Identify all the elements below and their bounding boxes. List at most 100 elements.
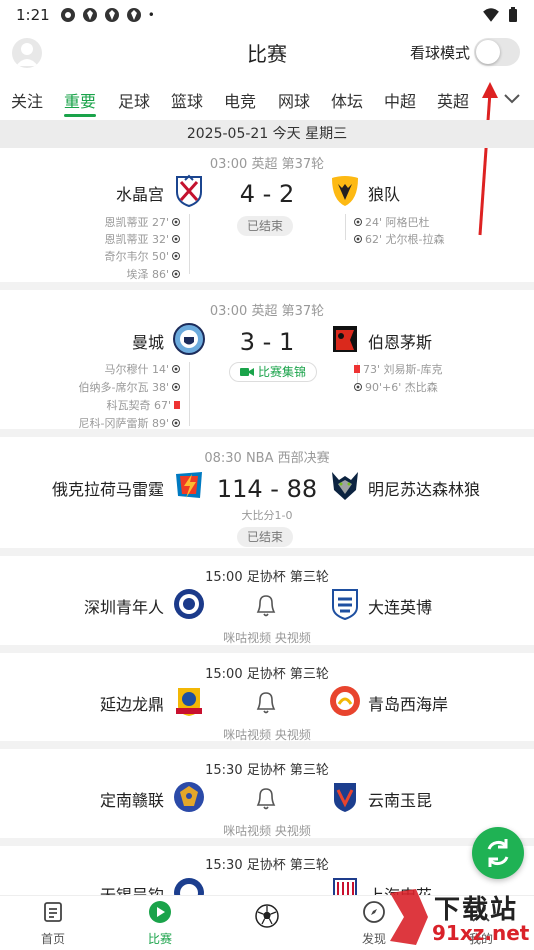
nav-home[interactable]: 首页 bbox=[23, 900, 83, 947]
compass-icon bbox=[363, 901, 385, 923]
battery-icon bbox=[509, 7, 517, 22]
wifi-icon bbox=[483, 8, 499, 22]
football-icon bbox=[172, 383, 180, 391]
football-icon bbox=[354, 218, 362, 226]
home-red-card-event: 科瓦契奇 67' bbox=[106, 397, 180, 413]
tab-csl[interactable]: 中超 bbox=[384, 88, 416, 112]
match-meta: 03:00 英超 第37轮 bbox=[209, 304, 325, 319]
match-meta: 15:00 足协杯 第三轮 bbox=[205, 570, 329, 585]
match-meta: 08:30 NBA 西部决赛 bbox=[204, 451, 330, 466]
red-card-icon bbox=[354, 365, 360, 373]
football-notification-icon bbox=[82, 8, 97, 22]
highlights-button[interactable]: 比赛集锦 bbox=[229, 362, 318, 382]
timberwolves-logo-icon bbox=[332, 472, 358, 500]
tab-tennis[interactable]: 网球 bbox=[278, 88, 310, 112]
status-system-icons bbox=[482, 6, 518, 24]
football-icon bbox=[354, 383, 362, 391]
match-card[interactable]: 03:00 英超 第37轮 水晶宫 4 - 2 狼队 已结束 恩凯蒂亚 27' … bbox=[0, 148, 534, 290]
play-circle-icon bbox=[149, 901, 171, 923]
match-card[interactable]: 08:30 NBA 西部决赛 俄克拉荷马雷霆 114 - 88 明尼苏达森林狼 … bbox=[0, 437, 534, 556]
away-team-name: 狼队 bbox=[368, 185, 401, 204]
match-meta: 03:00 英超 第37轮 bbox=[209, 157, 325, 172]
highlights-label: 比赛集锦 bbox=[258, 365, 307, 379]
site-watermark: 下载站 91xz.net bbox=[386, 885, 534, 950]
home-team-name: 定南赣联 bbox=[99, 791, 164, 810]
tab-premier-league[interactable]: 英超 bbox=[437, 88, 469, 112]
match-meta: 15:30 足协杯 第三轮 bbox=[205, 858, 329, 873]
match-card[interactable]: 03:00 英超 第37轮 曼城 3 - 1 伯恩茅斯 比赛集锦 马尔穆什 14… bbox=[0, 290, 534, 437]
match-score: 3 - 1 bbox=[239, 328, 295, 356]
match-card[interactable]: 15:00 足协杯 第三轮 延边龙鼎 青岛西海岸 咪咕视频 央视频 bbox=[0, 653, 534, 749]
bell-icon[interactable] bbox=[254, 689, 278, 715]
away-goal-event: 90'+6' 杰比森 bbox=[354, 379, 438, 395]
home-goal-event: 恩凯蒂亚 27' bbox=[104, 214, 180, 230]
yanbian-longding-logo-icon bbox=[176, 688, 202, 716]
away-team-name: 明尼苏达森林狼 bbox=[368, 480, 481, 499]
away-red-card-event: 73' 刘易斯-库克 bbox=[354, 361, 443, 377]
date-header: 2025-05-21 今天 星期三 bbox=[0, 120, 534, 148]
away-goal-event: 24' 阿格巴杜 bbox=[354, 214, 430, 230]
football-icon bbox=[354, 235, 362, 243]
broadcast-channels: 咪咕视频 央视频 bbox=[223, 631, 311, 645]
refresh-button[interactable] bbox=[472, 827, 524, 879]
bell-icon[interactable] bbox=[254, 785, 278, 811]
football-icon bbox=[172, 218, 180, 226]
tab-sports-world[interactable]: 体坛 bbox=[331, 88, 363, 112]
active-tab-indicator bbox=[64, 114, 96, 117]
qingdao-west-coast-logo-icon bbox=[330, 686, 360, 716]
broadcast-channels: 咪咕视频 央视频 bbox=[223, 824, 311, 838]
status-bar: 1:21 • bbox=[0, 0, 534, 30]
bell-icon[interactable] bbox=[254, 592, 278, 618]
match-score: 4 - 2 bbox=[239, 180, 295, 208]
football-icon bbox=[172, 270, 180, 278]
video-camera-icon bbox=[240, 368, 254, 376]
nav-home-label: 首页 bbox=[40, 932, 65, 946]
nav-center-football[interactable] bbox=[237, 904, 297, 934]
tab-football[interactable]: 足球 bbox=[118, 88, 150, 112]
series-score: 大比分1-0 bbox=[241, 509, 293, 522]
home-goal-event: 埃泽 86' bbox=[126, 266, 180, 282]
document-icon bbox=[44, 902, 62, 922]
nav-matches-label: 比赛 bbox=[147, 932, 172, 946]
bournemouth-logo-icon bbox=[333, 326, 357, 352]
football-icon bbox=[172, 365, 180, 373]
wolves-logo-icon bbox=[332, 176, 358, 206]
event-timeline bbox=[189, 362, 190, 426]
tab-basketball[interactable]: 篮球 bbox=[171, 88, 203, 112]
away-team-name: 青岛西海岸 bbox=[368, 695, 449, 714]
match-card[interactable]: 15:00 足协杯 第三轮 深圳青年人 大连英博 咪咕视频 央视频 bbox=[0, 556, 534, 653]
football-notification-icon bbox=[126, 8, 141, 22]
dalian-yingbo-logo-icon bbox=[332, 589, 358, 621]
match-meta: 15:30 足协杯 第三轮 bbox=[205, 763, 329, 778]
home-goal-event: 马尔穆什 14' bbox=[104, 361, 180, 377]
match-card[interactable]: 15:30 足协杯 第三轮 定南赣联 云南玉昆 咪咕视频 央视频 bbox=[0, 749, 534, 846]
home-goal-event: 伯纳多-席尔瓦 38' bbox=[79, 379, 180, 395]
away-team-name: 伯恩茅斯 bbox=[368, 333, 433, 352]
toggle-knob bbox=[476, 40, 500, 64]
home-goal-event: 尼科-冈萨雷斯 89' bbox=[79, 415, 180, 431]
football-icon bbox=[172, 235, 180, 243]
home-goal-event: 奇尔韦尔 50' bbox=[104, 248, 180, 264]
match-status-badge: 已结束 bbox=[237, 216, 294, 236]
home-team-name: 延边龙鼎 bbox=[99, 695, 164, 714]
status-notification-icons: • bbox=[60, 7, 155, 23]
chevron-down-icon[interactable] bbox=[502, 88, 522, 108]
category-tabs: 关注 重要 足球 篮球 电竞 网球 体坛 中超 英超 bbox=[0, 78, 534, 118]
tab-important[interactable]: 重要 bbox=[64, 88, 96, 112]
red-card-icon bbox=[174, 401, 180, 409]
dingnan-ganlian-logo-icon bbox=[174, 782, 204, 812]
football-notification-icon bbox=[60, 8, 75, 22]
home-team-name: 深圳青年人 bbox=[83, 598, 164, 617]
nav-matches[interactable]: 比赛 bbox=[130, 900, 190, 947]
event-timeline bbox=[345, 214, 346, 240]
broadcast-channels: 咪咕视频 央视频 bbox=[223, 728, 311, 742]
status-time: 1:21 bbox=[16, 6, 50, 24]
watch-mode-toggle[interactable] bbox=[474, 38, 520, 66]
top-header: 比赛 看球模式 bbox=[0, 30, 534, 74]
football-icon bbox=[172, 252, 180, 260]
event-timeline bbox=[189, 214, 190, 274]
football-icon bbox=[172, 419, 180, 427]
tab-follow[interactable]: 关注 bbox=[11, 88, 43, 112]
away-goal-event: 62' 尤尔根-拉森 bbox=[354, 231, 445, 247]
tab-esports[interactable]: 电竞 bbox=[224, 88, 256, 112]
